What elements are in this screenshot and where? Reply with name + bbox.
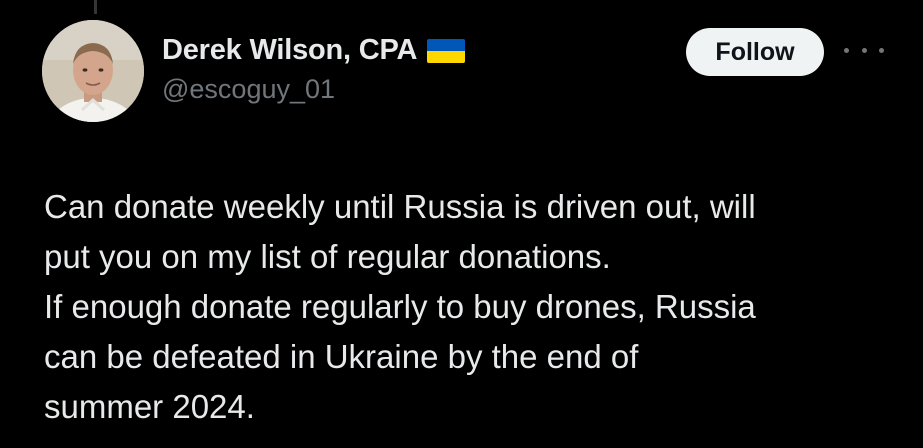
tweet-text-line: Can donate weekly until Russia is driven… (44, 188, 756, 225)
tweet-text-line: If enough donate regularly to buy drones… (44, 288, 756, 325)
tweet-text: Can donate weekly until Russia is driven… (44, 182, 904, 432)
avatar[interactable] (42, 20, 144, 122)
follow-button[interactable]: Follow (686, 28, 824, 76)
tweet-header: Derek Wilson, CPA @escoguy_01 (162, 30, 466, 105)
author-name-row: Derek Wilson, CPA (162, 30, 466, 70)
more-dot (861, 47, 867, 53)
tweet-text-line: summer 2024. (44, 388, 255, 425)
tweet-card: Derek Wilson, CPA @escoguy_01 Follow Can… (0, 0, 923, 448)
ukraine-flag-icon (427, 39, 466, 63)
tweet-text-line: can be defeated in Ukraine by the end of (44, 338, 639, 375)
more-dot (844, 47, 849, 53)
avatar-image (42, 20, 144, 122)
author-display-name[interactable]: Derek Wilson, CPA (162, 34, 417, 67)
more-options-icon[interactable] (844, 40, 884, 60)
tweet-text-line: put you on my list of regular donations. (44, 238, 611, 275)
more-dot (879, 47, 884, 53)
author-handle[interactable]: @escoguy_01 (162, 74, 465, 105)
